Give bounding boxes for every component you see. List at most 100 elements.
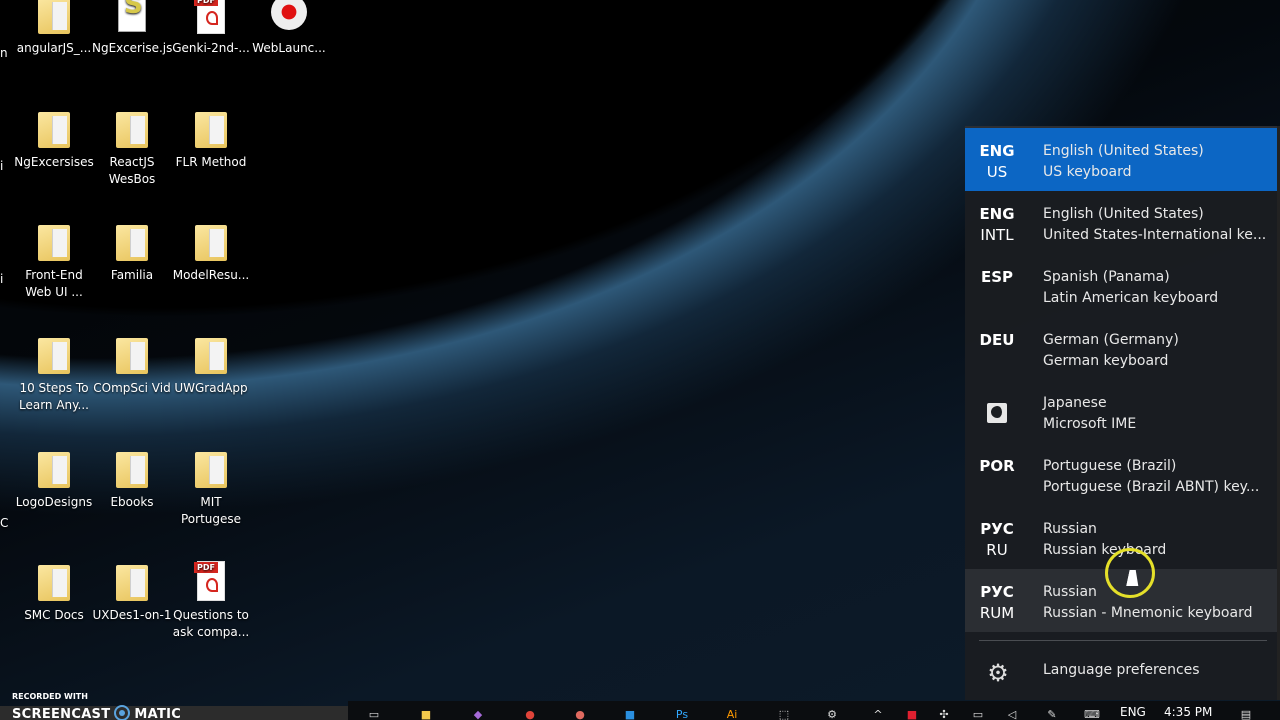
language-code: ENG — [979, 142, 1015, 160]
language-item-por[interactable]: POR Portuguese (Brazil) Portuguese (Brazi… — [965, 443, 1277, 506]
keyboard-name: Microsoft IME — [1043, 416, 1137, 432]
folder-icon — [34, 334, 74, 376]
desktop-icon-label: 10 Steps To Learn Any... — [18, 381, 89, 412]
desktop-icon-label: UXDes1-on-1 — [92, 608, 172, 622]
photoshop-icon[interactable]: Ps — [672, 709, 692, 720]
desktop-icon-ebooks[interactable]: Ebooks — [92, 448, 172, 511]
script-file-icon — [112, 0, 152, 36]
desktop-icon-mit-portugese[interactable]: MIT Portugese — [171, 448, 251, 528]
settings-icon[interactable]: ⚙ — [822, 709, 842, 720]
language-name: German (Germany) — [1043, 332, 1179, 348]
network-icon[interactable]: ▭ — [968, 709, 988, 720]
folder-icon — [112, 561, 152, 603]
desktop-icon-label: FLR Method — [175, 155, 247, 169]
watermark-brand-a: SCREENCAST — [12, 707, 111, 720]
desktop-icon-label: Front-End Web UI ... — [25, 268, 83, 299]
file-explorer-icon[interactable]: ■ — [416, 709, 436, 720]
action-center-icon[interactable]: ▤ — [1236, 709, 1256, 720]
language-code: РУС — [980, 583, 1014, 601]
clipped-label: C — [0, 516, 9, 530]
snipping-icon[interactable]: ⬚ — [774, 709, 794, 720]
desktop-icon-familia[interactable]: Familia — [92, 221, 172, 284]
watermark-brand-b: MATIC — [134, 707, 182, 720]
language-item-japanese[interactable]: Japanese Microsoft IME — [965, 380, 1277, 443]
layout-code: INTL — [980, 226, 1014, 244]
folder-icon — [34, 0, 74, 36]
desktop-icon-weblauncher[interactable]: WebLaunc... — [249, 0, 329, 57]
desktop-icon-angularjs[interactable]: angularJS_... — [14, 0, 94, 57]
folder-icon — [191, 334, 231, 376]
show-hidden-icons-icon[interactable]: ^ — [868, 709, 888, 720]
language-preferences-label: Language preferences — [1043, 662, 1200, 678]
keyboard-name: Portuguese (Brazil ABNT) key... — [1043, 479, 1260, 495]
taskbar: ▭ ■ ◆ ● ● ■ Ps Ai ⬚ ⚙ ^ ■ ✣ ▭ ◁ ✎ ⌨ ENG … — [348, 701, 1280, 720]
keyboard-name: US keyboard — [1043, 164, 1132, 180]
clock[interactable]: 4:35 PM — [1164, 705, 1212, 719]
desktop-icon-reactjs[interactable]: ReactJS WesBos — [92, 108, 172, 188]
language-item-eng-intl[interactable]: ENG INTL English (United States) United St… — [965, 191, 1277, 254]
desktop-icon-logodesigns[interactable]: LogoDesigns — [14, 448, 94, 511]
keyboard-name: United States-International ke... — [1043, 227, 1267, 243]
desktop-icon-label: WebLaunc... — [252, 41, 326, 55]
desktop-icon-ngexcersises[interactable]: NgExcersises — [14, 108, 94, 171]
folder-icon — [34, 221, 74, 263]
language-preferences-link[interactable]: ⚙ Language preferences — [965, 648, 1277, 698]
desktop-icon-10-steps[interactable]: 10 Steps To Learn Any... — [14, 334, 94, 414]
desktop-icon-flr-method[interactable]: FLR Method — [171, 108, 251, 171]
language-item-deu[interactable]: DEU German (Germany) German keyboard — [965, 317, 1277, 380]
language-name: Spanish (Panama) — [1043, 269, 1170, 285]
desktop-icon-label: Questions to ask compa... — [172, 608, 250, 639]
clipped-label: i — [0, 272, 4, 286]
desktop-icon-questions[interactable]: PDF Questions to ask compa... — [171, 561, 251, 641]
clipped-label: n — [0, 46, 8, 60]
language-code: РУС — [980, 520, 1014, 538]
touch-keyboard-icon[interactable]: ⌨ — [1082, 709, 1102, 720]
japanese-ime-icon — [987, 403, 1007, 423]
input-language-flyout: ENG US English (United States) US keyboard… — [965, 126, 1280, 700]
desktop-icon-front-end[interactable]: Front-End Web UI ... — [14, 221, 94, 301]
desktop-icon-ngexcerise[interactable]: NgExcerise.js — [92, 0, 172, 57]
flyout-divider — [979, 640, 1267, 641]
layout-code: RU — [986, 541, 1008, 559]
desktop-icon-modelresume[interactable]: ModelResu... — [171, 221, 251, 284]
language-item-esp[interactable]: ESP Spanish (Panama) Latin American keybo… — [965, 254, 1277, 317]
record-icon — [269, 0, 309, 36]
volume-icon[interactable]: ◁ — [1002, 709, 1022, 720]
task-view-icon[interactable]: ▭ — [364, 709, 384, 720]
language-item-eng-us[interactable]: ENG US English (United States) US keyboard — [965, 128, 1277, 191]
chrome-icon[interactable]: ● — [520, 709, 540, 720]
dropbox-icon[interactable]: ✣ — [934, 709, 954, 720]
desktop-icon-label: LogoDesigns — [15, 495, 93, 509]
language-code: ESP — [980, 268, 1014, 286]
watermark-line1: RECORDED WITH — [12, 692, 88, 701]
desktop-icon-label: ModelResu... — [172, 268, 250, 282]
desktop-icon-label: COmpSci Vid — [93, 381, 171, 395]
pen-icon[interactable]: ✎ — [1042, 709, 1062, 720]
folder-icon — [112, 108, 152, 150]
desktop-icon-genki[interactable]: PDF Genki-2nd-... — [171, 0, 251, 57]
input-indicator[interactable]: ENG — [1120, 705, 1146, 719]
folder-icon — [191, 108, 231, 150]
desktop-icon-label: ReactJS WesBos — [108, 155, 156, 186]
app-icon[interactable]: ● — [570, 709, 590, 720]
desktop-icon-label: Genki-2nd-... — [172, 41, 250, 55]
keyboard-name: Russian - Mnemonic keyboard — [1043, 605, 1253, 621]
tray-app-icon[interactable]: ■ — [902, 709, 922, 720]
folder-icon — [191, 221, 231, 263]
desktop-icon-smc-docs[interactable]: SMC Docs — [14, 561, 94, 624]
desktop-icon-label: NgExcerise.js — [92, 41, 173, 55]
language-code: POR — [979, 457, 1015, 475]
layout-code: RUM — [979, 604, 1015, 622]
desktop-icon-compsci-vid[interactable]: COmpSci Vid — [92, 334, 172, 397]
desktop-icon-uxdes[interactable]: UXDes1-on-1 — [92, 561, 172, 624]
visual-studio-icon[interactable]: ◆ — [468, 709, 488, 720]
language-code: DEU — [979, 331, 1015, 349]
gear-icon: ⚙ — [987, 659, 1009, 687]
clipped-label: i — [0, 159, 4, 173]
folder-icon — [34, 448, 74, 490]
illustrator-icon[interactable]: Ai — [722, 709, 742, 720]
desktop-icon-label: SMC Docs — [24, 608, 84, 622]
store-icon[interactable]: ■ — [620, 709, 640, 720]
desktop-icon-label: MIT Portugese — [180, 495, 242, 526]
desktop-icon-uwgradapp[interactable]: UWGradApp — [171, 334, 251, 397]
